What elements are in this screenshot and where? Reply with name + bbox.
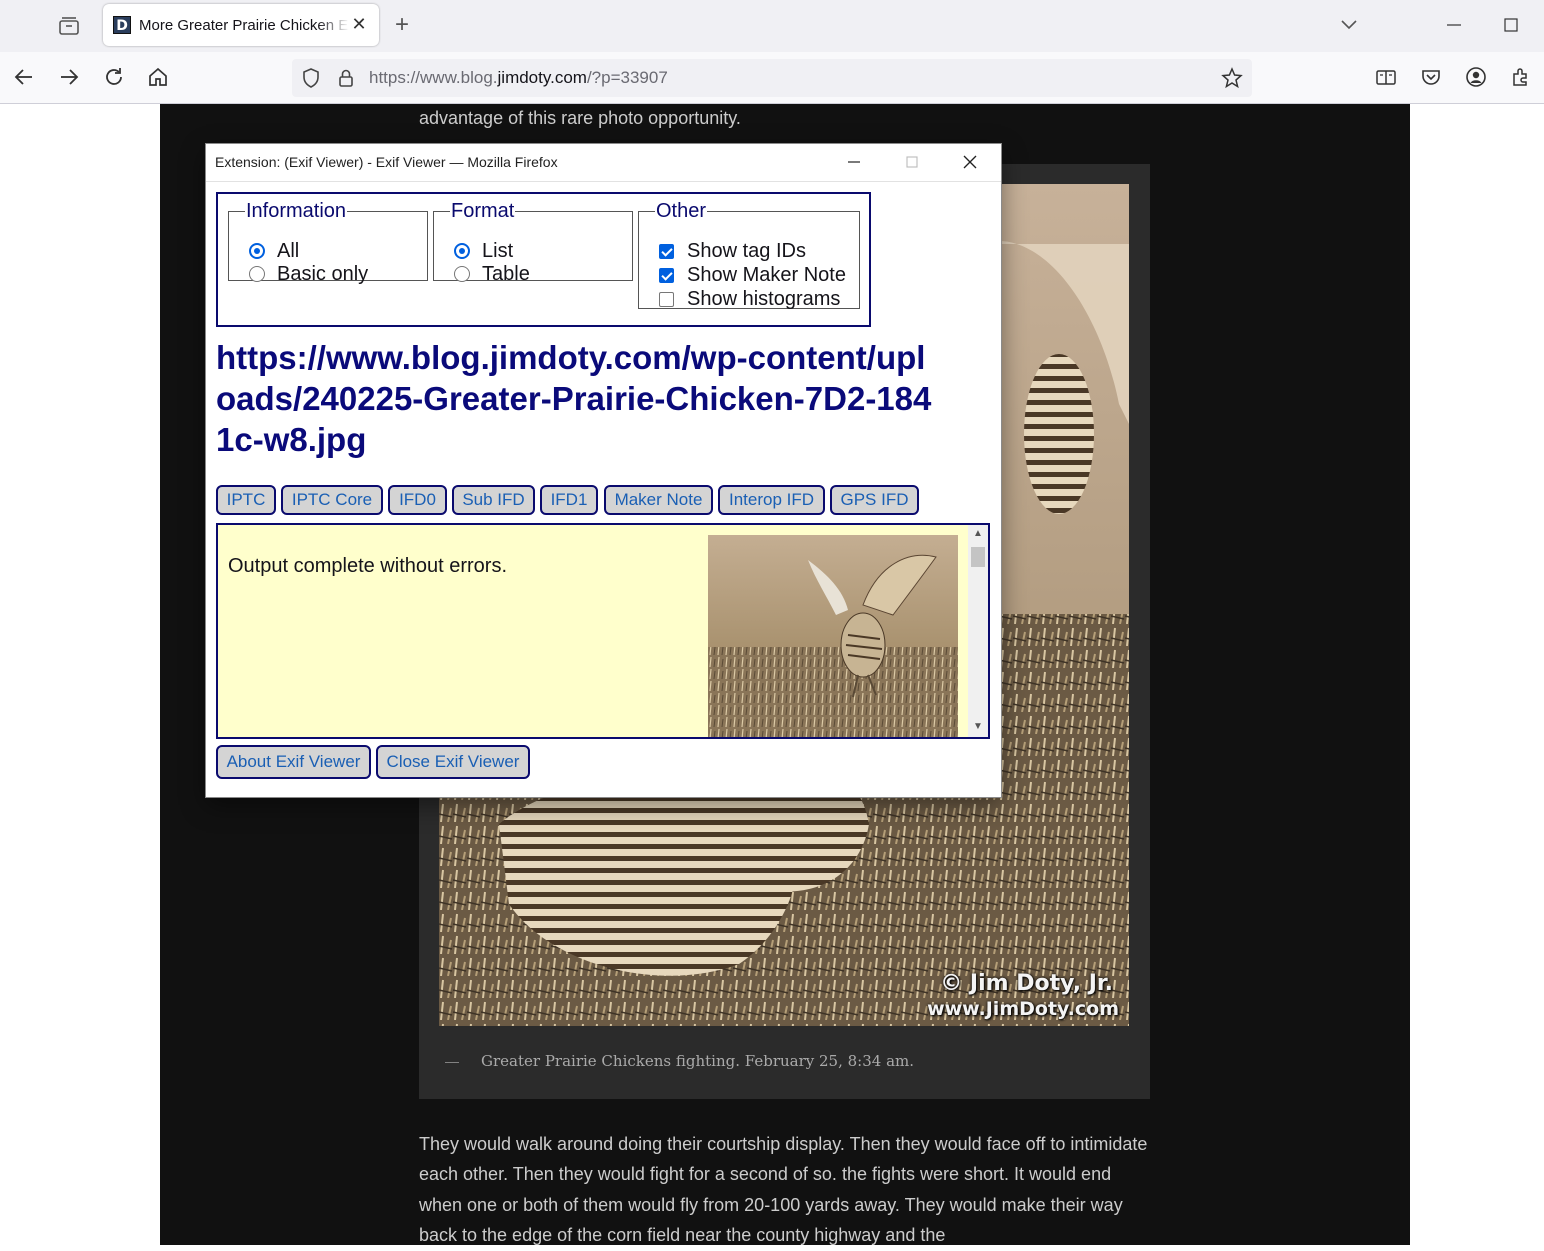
exif-viewer-window: Extension: (Exif Viewer) - Exif Viewer —… <box>206 144 1001 797</box>
lock-icon[interactable] <box>335 67 357 94</box>
show-tag-ids-label: Show tag IDs <box>687 240 806 262</box>
tab-ifd1[interactable]: IFD1 <box>540 485 598 515</box>
account-icon[interactable] <box>1464 65 1488 89</box>
bookmark-star-icon[interactable] <box>1221 67 1243 94</box>
list-all-tabs-chevron-icon[interactable] <box>1338 14 1360 41</box>
scroll-down-icon[interactable]: ▼ <box>972 721 984 733</box>
format-list-radio[interactable] <box>454 243 470 259</box>
other-group: Other Show tag IDs Show Maker Note Show … <box>638 200 860 310</box>
information-group: Information All Basic only <box>228 200 428 285</box>
reload-icon[interactable] <box>102 65 126 89</box>
output-scrollbar[interactable]: ▲ ▼ <box>968 525 988 737</box>
active-tab[interactable]: D More Greater Prairie Chicken Ex ✕ <box>103 4 379 46</box>
photo-watermark-url: www.JimDoty.com <box>927 998 1119 1020</box>
tracking-shield-icon[interactable] <box>300 67 322 94</box>
format-group: Format List Table <box>433 200 633 285</box>
other-legend: Other <box>656 200 707 222</box>
show-histograms-label: Show histograms <box>687 288 841 310</box>
format-table-label: Table <box>482 263 530 285</box>
site-favicon: D <box>113 16 131 34</box>
tab-gps-ifd[interactable]: GPS IFD <box>830 485 919 515</box>
photo-watermark: © Jim Doty, Jr. <box>940 971 1113 996</box>
image-thumbnail <box>708 535 958 737</box>
show-maker-note-label: Show Maker Note <box>687 264 846 286</box>
info-basic-label: Basic only <box>277 263 369 285</box>
options-panel: Information All Basic only Format List T… <box>216 192 871 327</box>
output-panel[interactable]: Output complete without errors. ▲ ▼ <box>216 523 990 739</box>
reader-view-icon[interactable] <box>1374 65 1398 89</box>
extensions-icon[interactable] <box>1509 65 1533 89</box>
tab-sub-ifd[interactable]: Sub IFD <box>452 485 535 515</box>
pocket-icon[interactable] <box>1419 65 1443 89</box>
tab-iptc[interactable]: IPTC <box>216 485 276 515</box>
home-icon[interactable] <box>146 65 170 89</box>
maximize-icon[interactable] <box>1498 12 1524 38</box>
scroll-up-icon[interactable]: ▲ <box>972 528 984 540</box>
info-all-label: All <box>277 240 300 262</box>
new-tab-icon[interactable]: + <box>395 13 409 37</box>
figure-caption: Greater Prairie Chickens fighting. Febru… <box>481 1052 915 1070</box>
url-text: https://www.blog.jimdoty.com/?p=33907 <box>369 68 668 87</box>
popup-titlebar[interactable]: Extension: (Exif Viewer) - Exif Viewer —… <box>206 144 1001 182</box>
tab-bar: D More Greater Prairie Chicken Ex ✕ + <box>0 0 1544 52</box>
about-exif-viewer-button[interactable]: About Exif Viewer <box>216 745 371 779</box>
format-legend: Format <box>451 200 515 222</box>
information-legend: Information <box>246 200 347 222</box>
popup-maximize-icon <box>902 152 922 172</box>
tab-title: More Greater Prairie Chicken Ex <box>139 17 349 34</box>
show-tag-ids-checkbox[interactable] <box>659 244 674 259</box>
image-file-url: https://www.blog.jimdoty.com/wp-content/… <box>216 339 932 458</box>
article-lead-text: advantage of this rare photo opportunity… <box>419 108 741 128</box>
tab-close-icon[interactable]: ✕ <box>349 14 369 34</box>
popup-close-icon[interactable] <box>960 152 980 172</box>
show-histograms-checkbox[interactable] <box>659 292 674 307</box>
popup-minimize-icon[interactable] <box>844 152 864 172</box>
show-maker-note-checkbox[interactable] <box>659 268 674 283</box>
popup-title: Extension: (Exif Viewer) - Exif Viewer —… <box>215 154 558 170</box>
tab-ifd0[interactable]: IFD0 <box>388 485 447 515</box>
tab-interop-ifd[interactable]: Interop IFD <box>718 485 825 515</box>
address-bar[interactable]: https://www.blog.jimdoty.com/?p=33907 <box>292 59 1252 97</box>
tab-iptc-core[interactable]: IPTC Core <box>281 485 383 515</box>
format-list-label: List <box>482 240 514 262</box>
scrollbar-thumb[interactable] <box>971 547 985 567</box>
caption-dash: — <box>445 1053 459 1069</box>
tab-maker-note[interactable]: Maker Note <box>604 485 713 515</box>
close-exif-viewer-button[interactable]: Close Exif Viewer <box>376 745 530 779</box>
info-basic-radio[interactable] <box>249 266 265 282</box>
format-table-radio[interactable] <box>454 266 470 282</box>
back-icon[interactable] <box>12 65 36 89</box>
forward-icon[interactable] <box>57 65 81 89</box>
info-all-radio[interactable] <box>249 243 265 259</box>
navigation-toolbar: https://www.blog.jimdoty.com/?p=33907 <box>0 52 1544 104</box>
minimize-icon[interactable] <box>1441 12 1467 38</box>
article-body-text: They would walk around doing their court… <box>419 1134 1148 1246</box>
output-status-text: Output complete without errors. <box>228 555 508 577</box>
tab-list-icon[interactable] <box>56 13 82 39</box>
